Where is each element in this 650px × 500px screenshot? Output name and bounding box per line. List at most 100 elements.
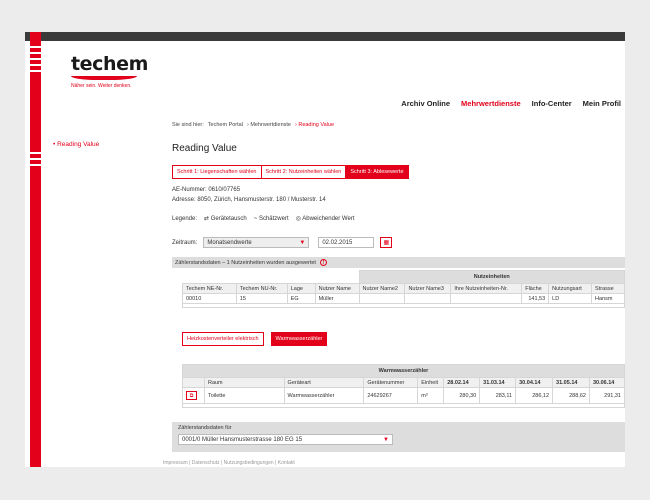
warning-icon[interactable]: ! (319, 259, 327, 266)
col-header-date[interactable]: 30.06.14 (588, 377, 625, 388)
ae-number: AE-Nummer: 0610/07765 (172, 187, 241, 193)
table-cell: m³ (417, 387, 445, 404)
step-3-button[interactable]: Schritt 3: Ablesewerte (345, 165, 409, 179)
breadcrumb-mehrwertdienste[interactable]: › Mehrwertdienste (247, 122, 291, 128)
col-header[interactable]: Nutzer Name2 (358, 283, 406, 294)
warmwasser-group-header: Warmwasserzähler (182, 364, 625, 378)
table-row[interactable]: ⧉ Toilette Warmwasserzähler 24629267 m³ … (182, 387, 625, 404)
detail-icon[interactable]: ⧉ (186, 391, 197, 400)
address: Adresse: 8050, Zürich, Hansmusterstr. 18… (172, 197, 326, 203)
table-row[interactable]: 00010 15 EG Müller 141,53 LD Hansm (182, 293, 625, 304)
col-header[interactable]: Nutzer Name (314, 283, 360, 294)
breadcrumb-prefix: Sie sind hier: (172, 122, 204, 128)
legend-text-swap: Gerätetausch (210, 216, 247, 222)
sidebar-item-reading-value[interactable]: • Reading Value (53, 141, 99, 148)
table-cell: 00010 (182, 293, 237, 304)
table-cell: 24629267 (363, 387, 419, 404)
table-spacer-row (182, 403, 625, 408)
step-2-button[interactable]: Schritt 2: Nutzeinheiten wählen (260, 165, 347, 179)
col-header[interactable]: Gerätenummer (363, 377, 419, 388)
swap-icon: ⇄ (204, 216, 210, 222)
table-cell: 280,30 (443, 387, 481, 404)
col-header[interactable]: Einheit (417, 377, 445, 388)
legend-text-estimate: Schätzwert (258, 215, 289, 222)
logo-swoosh (71, 76, 137, 80)
col-header-date[interactable]: 30.04.14 (515, 377, 554, 388)
nav-mein-profil[interactable]: Mein Profil (583, 99, 621, 108)
legend-item-swap: ⇄ Gerätetausch (204, 215, 247, 222)
logo-wordmark: techem (71, 53, 149, 75)
logo-tagline: Näher sein. Weiter denken. (71, 83, 132, 89)
left-accent-strip (30, 32, 41, 467)
caret-down-icon: ▼ (299, 239, 306, 246)
top-bar (25, 32, 625, 41)
table-cell: 141,53 (521, 293, 550, 304)
wizard-steps: Schritt 1: Liegenschaften wählen Schritt… (172, 165, 409, 179)
table-cell: LD (548, 293, 593, 304)
nav-mehrwertdienste[interactable]: Mehrwertdienste (461, 99, 521, 108)
table-cell: Warmwasserzähler (283, 387, 365, 404)
table-cell: 283,11 (479, 387, 517, 404)
tab-heizkostenverteiler[interactable]: Heizkostenverteiler elektrisch (182, 332, 264, 346)
device-type-tabs: Heizkostenverteiler elektrisch Warmwasse… (182, 332, 328, 346)
col-header[interactable]: Geräteart (283, 377, 365, 388)
col-header[interactable]: Ihre Nutzeinheiten-Nr. (450, 283, 523, 294)
main-nav: Archiv Online Mehrwertdienste Info-Cente… (401, 99, 621, 108)
techem-logo[interactable]: techem Näher sein. Weiter denken. (71, 54, 148, 89)
col-header[interactable]: Nutzer Name3 (404, 283, 452, 294)
table-cell: Hansm (591, 293, 625, 304)
table-cell: 288,62 (552, 387, 590, 404)
date-input[interactable]: 02.02.2015 (318, 237, 375, 248)
table-header-row: Techem NE-Nr. Techem NU-Nr. Lage Nutzer … (182, 283, 625, 294)
table-cell: 286,12 (515, 387, 554, 404)
col-header[interactable]: Techem NU-Nr. (235, 283, 288, 294)
legend-text-deviation: Abweichender Wert (302, 216, 355, 222)
footer-links[interactable]: Impressum | Datenschutz | Nutzungsbeding… (163, 460, 295, 466)
legend-item-estimate: ~ Schätzwert (254, 216, 289, 222)
nutzeinheiten-table: Nutzeinheiten Techem NE-Nr. Techem NU-Nr… (182, 270, 625, 308)
footer-label: Zählerstandsdaten für (178, 425, 232, 431)
readings-panel-header: Zählerstandsdaten – 1 Nutzeinheiten wurd… (172, 257, 625, 268)
table-cell: 15 (235, 293, 288, 304)
table-cell (358, 293, 406, 304)
col-header[interactable]: Raum (203, 377, 285, 388)
zeitraum-label: Zeitraum: (172, 239, 198, 246)
page-title: Reading Value (172, 143, 237, 154)
table-cell: Toilette (203, 387, 285, 404)
app-window: techem Näher sein. Weiter denken. Archiv… (25, 32, 625, 467)
footer-panel: Zählerstandsdaten für 0001/0 Müller Hans… (172, 422, 625, 452)
zeitraum-row: Zeitraum: Monatsendwerte ▼ 02.02.2015 ▦ (172, 237, 393, 248)
nutzeinheit-select[interactable]: 0001/0 Müller Hansmusterstrasse 180 EG 1… (178, 434, 393, 445)
col-header-date[interactable]: 28.02.14 (443, 377, 481, 388)
col-header-date[interactable]: 31.05.14 (552, 377, 590, 388)
col-header[interactable]: Techem NE-Nr. (182, 283, 237, 294)
table-cell (404, 293, 452, 304)
legend-label: Legende: (172, 215, 198, 222)
table-cell: EG (286, 293, 316, 304)
step-1-button[interactable]: Schritt 1: Liegenschaften wählen (172, 165, 262, 179)
table-cell (450, 293, 523, 304)
tab-warmwasserzaehler[interactable]: Warmwasserzähler (270, 332, 328, 346)
col-header[interactable]: Strasse (591, 283, 625, 294)
table-cell: 291,31 (588, 387, 625, 404)
estimate-icon: ~ (253, 215, 258, 222)
col-header[interactable]: Lage (286, 283, 316, 294)
deviation-icon: ◎ (295, 216, 301, 222)
col-header-date[interactable]: 31.03.14 (479, 377, 517, 388)
zeitraum-select[interactable]: Monatsendwerte ▼ (203, 237, 310, 248)
col-header[interactable]: Fläche (521, 283, 550, 294)
table-spacer (183, 271, 360, 284)
breadcrumb-techem-portal[interactable]: Techem Portal (208, 122, 243, 128)
nav-archiv-online[interactable]: Archiv Online (401, 99, 450, 108)
calendar-icon[interactable]: ▦ (380, 237, 393, 248)
breadcrumb: Sie sind hier: Techem Portal › Mehrwertd… (172, 122, 334, 128)
legend: Legende: ⇄ Gerätetausch ~ Schätzwert ◎ A… (172, 215, 355, 223)
breadcrumb-current: › Reading Value (294, 122, 335, 128)
col-header (182, 377, 205, 388)
table-cell: Müller (314, 293, 360, 304)
table-spacer-row (182, 303, 625, 308)
caret-down-icon: ▼ (383, 436, 389, 443)
col-header[interactable]: Nutzungsart (548, 283, 593, 294)
zeitraum-select-value: Monatsendwerte (207, 239, 252, 246)
nav-info-center[interactable]: Info-Center (532, 99, 572, 108)
